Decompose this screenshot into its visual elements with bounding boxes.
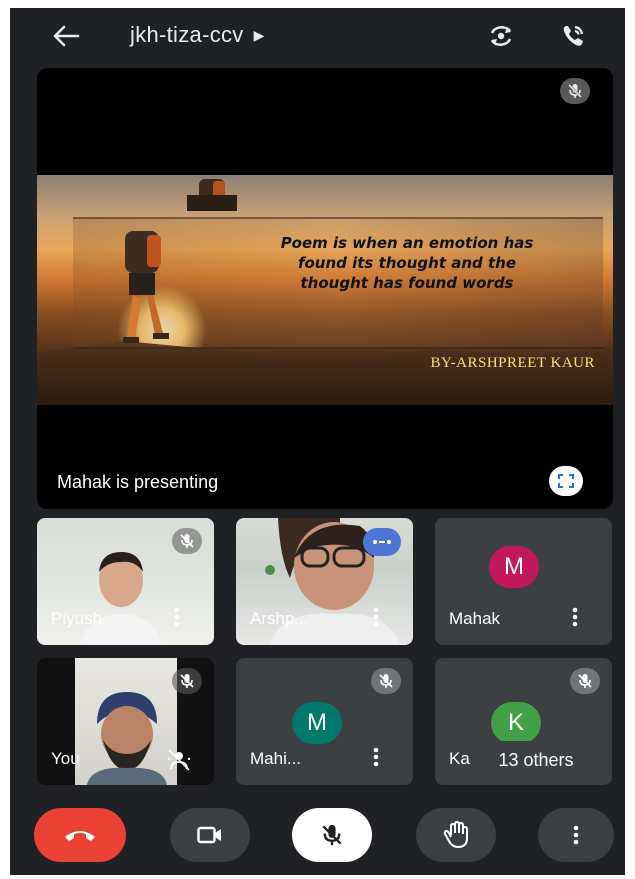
shared-slide: Poem is when an emotion has found its th…: [37, 175, 613, 405]
mic-off-badge: [371, 668, 401, 694]
mic-off-badge: [172, 668, 202, 694]
fullscreen-icon: [558, 474, 574, 488]
participant-tile-mahi[interactable]: M Mahi...: [236, 658, 413, 785]
meet-call-screen: jkh-tiza-ccv ▶ Poem is when an emotion h…: [10, 8, 625, 875]
slide-hiker-reflection: [187, 179, 237, 211]
slide-hiker: [123, 231, 169, 343]
slide-author: BY-ARSHPREET KAUR: [430, 355, 595, 371]
meeting-title[interactable]: jkh-tiza-ccv ▶: [130, 22, 265, 48]
top-bar: jkh-tiza-ccv ▶: [10, 8, 625, 64]
participant-tile-piyush[interactable]: Piyush: [37, 518, 214, 645]
fullscreen-button[interactable]: [549, 466, 583, 496]
more-vert-icon: [373, 747, 379, 767]
mic-off-icon: [379, 674, 393, 688]
participant-tile-mahak[interactable]: M Mahak: [435, 518, 612, 645]
participant-more-button[interactable]: [566, 605, 584, 629]
avatar: M: [292, 702, 342, 744]
caret-right-icon: ▶: [253, 26, 265, 43]
mic-off-icon: [568, 84, 582, 98]
more-vert-icon: [174, 607, 180, 627]
raise-hand-button[interactable]: [416, 808, 496, 862]
mic-off-icon: [322, 824, 342, 846]
mic-off-badge: [172, 528, 202, 554]
participant-figure: [87, 692, 167, 785]
end-call-button[interactable]: [34, 808, 126, 862]
speaking-indicator: [363, 528, 401, 556]
phone-speaker-icon: [563, 25, 584, 46]
more-vert-icon: [373, 607, 379, 627]
camera-button[interactable]: [170, 808, 250, 862]
avatar: K: [491, 702, 541, 744]
participant-name: You: [51, 749, 80, 768]
more-options-button[interactable]: [538, 808, 614, 862]
switch-camera-button[interactable]: [484, 20, 518, 52]
participant-name: Mahi...: [250, 749, 302, 768]
end-call-icon: [65, 831, 95, 841]
participant-name: Ka: [449, 749, 470, 768]
participant-tile-arshpreet[interactable]: Arshp...: [236, 518, 413, 645]
slide-quote: Poem is when an emotion has found its th…: [280, 234, 534, 292]
background-blur-icon: [167, 749, 191, 771]
participant-name: Mahak: [449, 609, 501, 628]
participant-more-button[interactable]: [168, 605, 186, 629]
participant-more-button[interactable]: [367, 745, 385, 769]
presenting-status: Mahak is presenting: [57, 472, 219, 492]
presentation-mic-off: [560, 78, 590, 104]
mic-off-icon: [578, 674, 592, 688]
mic-off-icon: [180, 534, 194, 548]
switch-camera-icon: [490, 26, 512, 46]
more-vert-icon: [572, 607, 578, 627]
mic-off-icon: [180, 674, 194, 688]
raise-hand-icon: [443, 821, 468, 848]
mic-off-badge: [570, 668, 600, 694]
participant-figure: [81, 552, 161, 645]
meeting-code: jkh-tiza-ccv: [130, 22, 244, 47]
more-vert-icon: [573, 825, 579, 845]
audio-level-icon: [373, 540, 391, 544]
presentation-tile[interactable]: Poem is when an emotion has found its th…: [37, 68, 613, 509]
participant-tile-you[interactable]: You: [37, 658, 214, 785]
participant-name: Arshp...: [250, 609, 309, 628]
audio-output-button[interactable]: [557, 20, 591, 52]
microphone-button[interactable]: [292, 808, 372, 862]
avatar: M: [489, 546, 539, 588]
background-effects-button[interactable]: [166, 747, 192, 773]
others-button[interactable]: 13 others: [472, 741, 600, 779]
arrow-left-icon: [53, 25, 80, 47]
participant-more-button[interactable]: [367, 605, 385, 629]
back-button[interactable]: [50, 22, 82, 50]
participant-name: Piyush: [51, 609, 103, 628]
videocam-icon: [197, 826, 221, 844]
